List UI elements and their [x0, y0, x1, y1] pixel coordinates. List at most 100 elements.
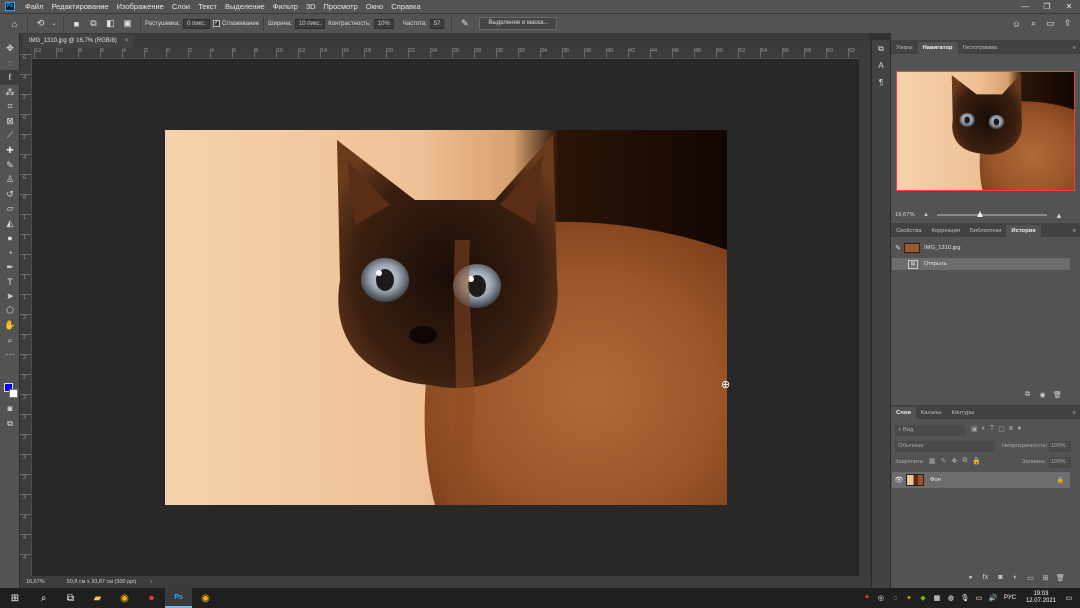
visibility-eye-icon[interactable]: 👁	[892, 476, 906, 484]
move-tool-icon[interactable]: ✥	[0, 41, 20, 56]
zoom-tool-icon[interactable]: ⌕	[0, 333, 20, 348]
cat-photo[interactable]	[165, 130, 727, 505]
navigator-zoom-slider[interactable]	[936, 211, 1047, 217]
panel-menu-icon[interactable]: ≡	[1073, 225, 1080, 237]
language-indicator[interactable]: РУС	[1004, 595, 1016, 601]
new-layer-icon[interactable]: ⊞	[1038, 574, 1053, 582]
healing-brush-tool-icon[interactable]: ✚	[0, 143, 20, 158]
task-view-icon[interactable]: ⧉	[57, 588, 84, 608]
menu-filter[interactable]: Фильтр	[269, 2, 302, 11]
navigator-thumbnail[interactable]	[896, 71, 1075, 191]
history-snapshot[interactable]: ✎ IMG_1310.jpg	[892, 242, 1070, 254]
tab-adjustments[interactable]: Коррекция	[926, 225, 965, 237]
maximize-button[interactable]: ❐	[1036, 2, 1058, 11]
fill-input[interactable]: 100%	[1049, 457, 1071, 468]
crop-tool-icon[interactable]: ⌗	[0, 99, 20, 114]
lasso-tool-icon[interactable]: ℓ	[0, 70, 20, 85]
tab-histogram[interactable]: Гистограмма	[958, 42, 1003, 54]
new-snapshot-icon[interactable]: ◉	[1035, 391, 1050, 399]
hand-tool-icon[interactable]: ✋	[0, 318, 20, 333]
contrast-input[interactable]: 10%	[373, 18, 394, 29]
brush-tool-icon[interactable]: ✎	[0, 158, 20, 173]
close-button[interactable]: ✕	[1058, 2, 1080, 11]
type-tool-icon[interactable]: T	[0, 275, 20, 290]
workspace-icon[interactable]: ▭	[1044, 17, 1057, 30]
steam-icon[interactable]: ◎	[874, 594, 888, 602]
menu-select[interactable]: Выделение	[221, 2, 269, 11]
lock-position-icon[interactable]: ✥	[952, 457, 958, 465]
record-app-icon[interactable]: ⏺	[138, 588, 165, 608]
stylus-pressure-icon[interactable]: ✎	[458, 17, 471, 30]
pen-tool-icon[interactable]: ✒	[0, 260, 20, 275]
minimize-button[interactable]: —	[1014, 2, 1036, 11]
microphone-icon[interactable]: 🎙	[958, 594, 972, 602]
chevron-down-icon[interactable]: ⌄	[51, 17, 57, 30]
path-selection-tool-icon[interactable]: ➤	[0, 289, 20, 304]
menu-view[interactable]: Просмотр	[320, 2, 362, 11]
slider-handle[interactable]	[976, 211, 983, 217]
eyedropper-tool-icon[interactable]: ⟋	[0, 129, 20, 144]
lock-all-icon[interactable]: 🔒	[972, 457, 981, 465]
filter-pixel-icon[interactable]: ▣	[971, 425, 978, 433]
record-tray-icon[interactable]: ⏺	[860, 594, 874, 602]
antialias-checkbox[interactable]: ✓	[213, 20, 221, 27]
quick-mask-icon[interactable]: ◙	[4, 404, 16, 413]
new-group-icon[interactable]: ▭	[1023, 574, 1038, 582]
tab-patterns[interactable]: Узоры	[891, 42, 918, 54]
filter-adjustment-icon[interactable]: ◐	[982, 425, 986, 433]
add-selection-icon[interactable]: ⧉	[87, 17, 100, 30]
history-brush-source-icon[interactable]: ✎	[892, 244, 904, 252]
menu-type[interactable]: Текст	[194, 2, 221, 11]
windows-start-icon[interactable]: ⊞	[0, 588, 30, 608]
vertical-scrollbar[interactable]	[859, 48, 870, 576]
document-tab[interactable]: IMG_1310.jpg @ 16,7% (RGB/8) ×	[23, 34, 135, 48]
app-tray-icon[interactable]: ▦	[930, 594, 944, 602]
tab-channels[interactable]: Каналы	[916, 407, 947, 419]
close-tab-icon[interactable]: ×	[125, 34, 129, 48]
zoom-in-icon[interactable]: ▲	[1055, 211, 1063, 220]
eraser-tool-icon[interactable]: ▱	[0, 202, 20, 217]
upload-icon[interactable]: ⇪	[1061, 17, 1074, 30]
subtract-selection-icon[interactable]: ◧	[104, 17, 117, 30]
menu-window[interactable]: Окно	[362, 2, 387, 11]
search-icon[interactable]: ⌕	[30, 588, 57, 608]
adjustment-layer-icon[interactable]: ◐	[1008, 574, 1023, 582]
layer-comps-icon[interactable]: ⧉	[872, 40, 890, 57]
menu-image[interactable]: Изображение	[113, 2, 168, 11]
file-explorer-icon[interactable]: ▰	[84, 588, 111, 608]
frame-tool-icon[interactable]: ⊠	[0, 114, 20, 129]
shape-tool-icon[interactable]: ⬠	[0, 304, 20, 319]
tab-navigator[interactable]: Навигатор	[917, 42, 958, 54]
clock[interactable]: 19:03 12.07.2021	[1026, 591, 1056, 605]
more-tools-icon[interactable]: ⋯	[0, 347, 20, 362]
panel-menu-icon[interactable]: ≡	[1073, 407, 1080, 419]
network-icon[interactable]: ▭	[972, 594, 986, 602]
new-selection-icon[interactable]: ■	[70, 17, 83, 30]
tab-properties[interactable]: Свойства	[891, 225, 926, 237]
ubisoft-icon[interactable]: ◌	[888, 595, 902, 602]
share-icon[interactable]: ☺	[1010, 17, 1023, 30]
app-tray-icon[interactable]: ✦	[902, 594, 916, 602]
status-arrow-icon[interactable]: ›	[150, 579, 152, 585]
new-document-from-state-icon[interactable]: ⧉	[1020, 391, 1035, 399]
intersect-selection-icon[interactable]: ▣	[121, 17, 134, 30]
width-input[interactable]: 10 пикс.	[294, 18, 326, 29]
panel-menu-icon[interactable]: ≡	[1073, 42, 1080, 54]
chrome-icon[interactable]: ◉	[192, 588, 219, 608]
frequency-input[interactable]: 57	[429, 18, 445, 29]
clone-stamp-tool-icon[interactable]: ♙	[0, 172, 20, 187]
background-color-swatch[interactable]	[9, 389, 18, 398]
quick-selection-tool-icon[interactable]: ⁂	[0, 85, 20, 100]
blur-tool-icon[interactable]: ●	[0, 231, 20, 246]
menu-edit[interactable]: Редактирование	[47, 2, 112, 11]
gradient-tool-icon[interactable]: ◭	[0, 216, 20, 231]
character-panel-icon[interactable]: A	[872, 57, 890, 74]
tab-paths[interactable]: Контуры	[946, 407, 979, 419]
filter-toggle-icon[interactable]: ●	[1017, 425, 1021, 433]
volume-icon[interactable]: 🔊	[986, 594, 1000, 602]
filter-smart-object-icon[interactable]: ⧈	[1009, 425, 1013, 433]
lock-transparent-icon[interactable]: ▦	[929, 457, 936, 465]
layer-row[interactable]: 👁 Фон 🔒	[892, 472, 1070, 488]
zoom-out-icon[interactable]: ▲	[923, 212, 929, 218]
add-mask-icon[interactable]: ◙	[993, 574, 1008, 582]
